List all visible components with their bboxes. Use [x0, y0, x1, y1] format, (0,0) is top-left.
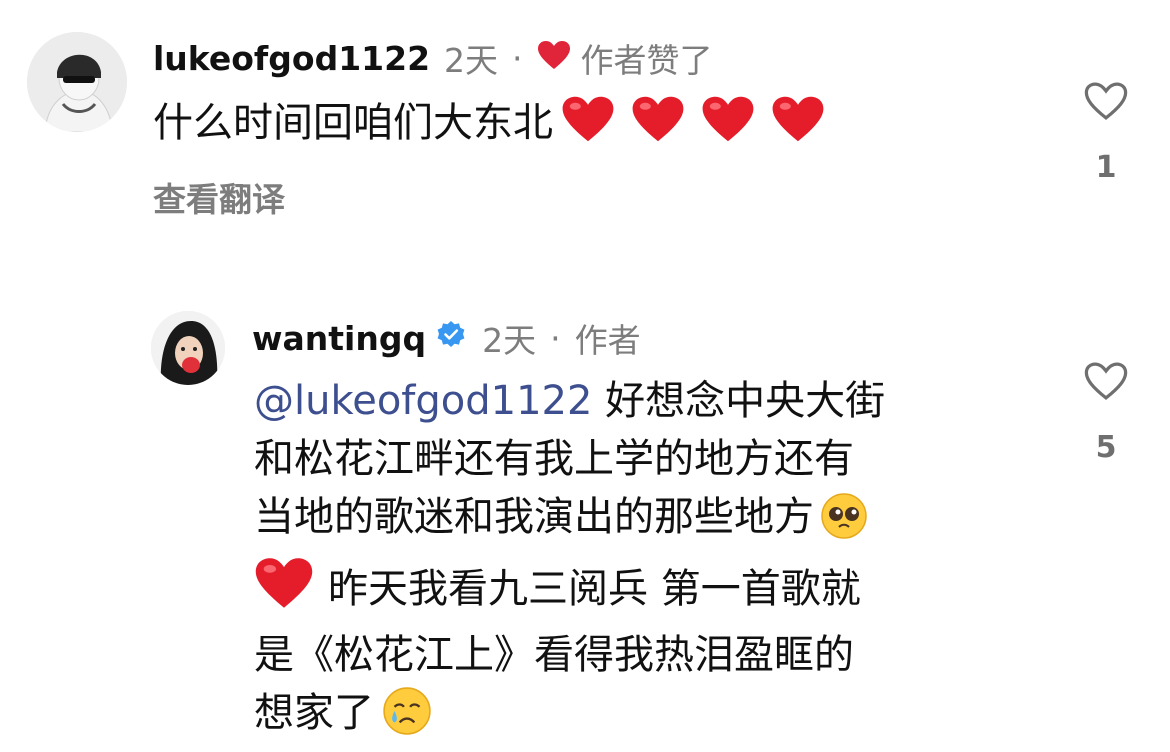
comment-line: 想家了	[254, 684, 885, 752]
like-heart-outline-icon[interactable]	[1076, 80, 1136, 124]
like-column: 1	[1076, 80, 1136, 185]
timestamp: 2天	[482, 321, 537, 360]
verified-badge-icon	[436, 319, 466, 358]
like-count: 5	[1095, 430, 1117, 465]
comment-line-text: 好想念中央大街	[605, 378, 886, 424]
comment-line: 昨天我看九三阅兵 第一首歌就	[254, 556, 885, 626]
like-count: 1	[1095, 150, 1117, 185]
comment-line: 和松花江畔还有我上学的地方还有	[254, 436, 854, 482]
avatar-image-icon	[27, 32, 127, 132]
comment-header: wantingq 2天 · 作者	[252, 314, 641, 362]
comment-text-content: 什么时间回咱们大东北	[153, 100, 553, 146]
comment-header: lukeofgod1122 2天 · 作者赞了	[153, 34, 713, 82]
comment-line: 是《松花江上》看得我热泪盈眶的	[254, 632, 854, 678]
heart-icon	[537, 39, 571, 78]
author-liked-label: 作者赞了	[580, 41, 713, 80]
comment-text: @lukeofgod1122 好想念中央大街 和松花江畔还有我上学的地方还有 当…	[254, 372, 885, 752]
heart-emoji-icon	[561, 94, 615, 159]
heart-emoji-icon	[631, 94, 685, 159]
avatar[interactable]	[151, 311, 225, 385]
heart-emoji-icon	[701, 94, 755, 159]
username[interactable]: wantingq	[252, 319, 426, 358]
heart-emoji-icon	[254, 556, 314, 626]
like-heart-outline-icon[interactable]	[1076, 360, 1136, 404]
comment-line-text: 昨天我看九三阅兵 第一首歌就	[328, 566, 861, 612]
comment-text: 什么时间回咱们大东北	[153, 94, 825, 159]
avatar-image-icon	[151, 311, 225, 385]
avatar[interactable]	[27, 32, 127, 132]
comment-line-text: 想家了	[254, 690, 374, 736]
comment-line-text: 当地的歌迷和我演出的那些地方	[254, 494, 814, 540]
comment-line: 当地的歌迷和我演出的那些地方	[254, 488, 885, 556]
separator: ·	[550, 318, 561, 358]
username[interactable]: lukeofgod1122	[153, 39, 430, 78]
pleading-face-emoji-icon	[820, 492, 868, 556]
separator: ·	[512, 38, 523, 78]
author-badge: 作者	[574, 321, 641, 360]
crying-face-emoji-icon	[382, 686, 432, 752]
timestamp: 2天	[444, 41, 499, 80]
comment-line: @lukeofgod1122 好想念中央大街	[254, 372, 885, 430]
like-column: 5	[1076, 360, 1136, 465]
see-translation-link[interactable]: 查看翻译	[153, 178, 285, 222]
mention-link[interactable]: @lukeofgod1122	[254, 378, 592, 424]
heart-emoji-icon	[771, 94, 825, 159]
